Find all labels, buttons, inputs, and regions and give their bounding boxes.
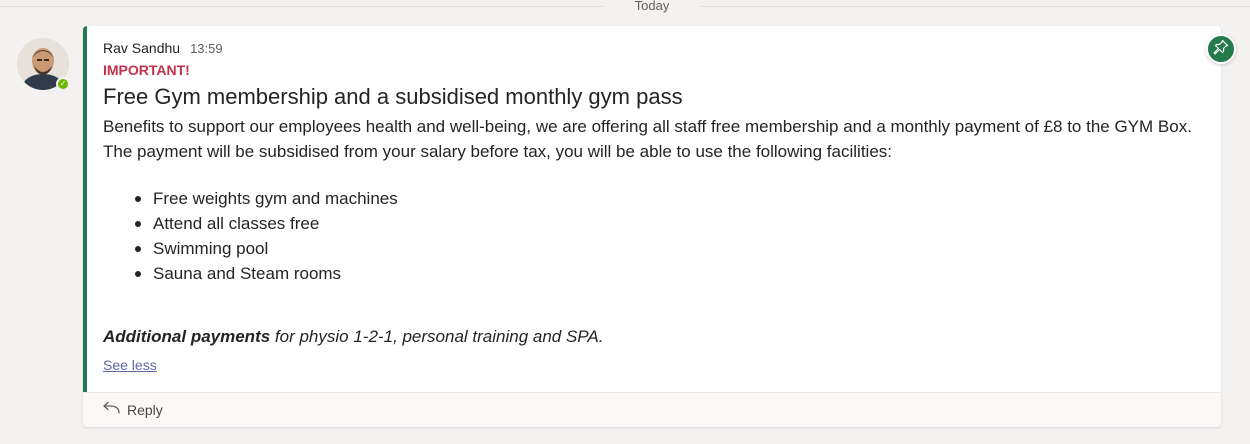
additional-payments-text: for physio 1-2-1, personal training and … (270, 327, 604, 346)
date-divider: Today (0, 0, 1250, 14)
divider-line-left (0, 6, 604, 7)
message-card[interactable]: Rav Sandhu 13:59 IMPORTANT! Free Gym mem… (83, 26, 1236, 427)
avatar[interactable]: ✓ (17, 38, 70, 91)
pin-button[interactable] (1206, 34, 1236, 64)
additional-payments-note: Additional payments for physio 1-2-1, pe… (103, 324, 1181, 349)
message-body: Rav Sandhu 13:59 IMPORTANT! Free Gym mem… (103, 40, 1192, 375)
see-less-link[interactable]: See less (103, 357, 157, 373)
list-item: Swimming pool (135, 236, 1181, 261)
pin-icon (1213, 39, 1229, 60)
list-item: Free weights gym and machines (135, 186, 1181, 211)
reply-arrow-icon (101, 401, 121, 420)
additional-payments-bold: Additional payments (103, 327, 271, 346)
reply-label: Reply (127, 402, 163, 418)
presence-available-icon: ✓ (56, 77, 70, 91)
importance-accent-bar (83, 26, 87, 392)
list-item: Sauna and Steam rooms (135, 261, 1181, 286)
message-meta: Rav Sandhu 13:59 (103, 40, 1181, 60)
message-subject: Free Gym membership and a subsidised mon… (103, 84, 683, 109)
date-divider-label: Today (634, 0, 670, 13)
divider-line-right (700, 6, 1250, 7)
list-item: Attend all classes free (135, 211, 1181, 236)
message-paragraph: Benefits to support our employees health… (103, 117, 1192, 161)
facilities-list: Free weights gym and machines Attend all… (103, 186, 1181, 286)
importance-label: IMPORTANT! (103, 62, 190, 78)
message-timestamp: 13:59 (190, 41, 223, 56)
reply-button[interactable]: Reply (83, 392, 1221, 427)
author-name[interactable]: Rav Sandhu (103, 40, 180, 56)
